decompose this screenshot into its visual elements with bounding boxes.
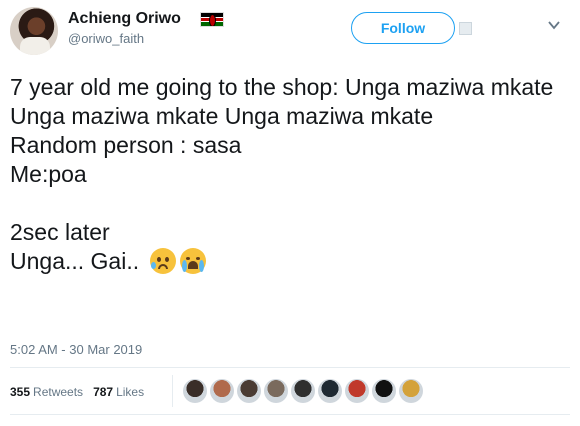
kenya-flag-icon	[200, 12, 224, 27]
liker-avatar[interactable]	[264, 379, 288, 403]
anxious-face-with-sweat-icon	[149, 248, 176, 274]
likers-avatars	[183, 379, 423, 403]
liker-avatar[interactable]	[291, 379, 315, 403]
tweet-timestamp[interactable]: 5:02 AM - 30 Mar 2019	[10, 342, 142, 357]
avatar-shirt	[20, 37, 50, 55]
tweet-stats: 355 Retweets 787 Likes	[10, 385, 144, 399]
divider-bottom	[10, 414, 570, 415]
avatar[interactable]	[10, 7, 58, 55]
likes-label: Likes	[116, 385, 145, 399]
likes-count: 787	[93, 385, 114, 399]
stats-separator	[172, 375, 173, 407]
loudly-crying-face-icon	[179, 248, 206, 274]
divider-top	[10, 367, 570, 368]
retweets-stat[interactable]: 355 Retweets	[10, 385, 83, 399]
liker-avatar[interactable]	[399, 379, 423, 403]
chevron-down-icon[interactable]	[547, 18, 561, 32]
follow-button[interactable]: Follow	[351, 12, 455, 44]
liker-avatar[interactable]	[237, 379, 261, 403]
liker-avatar[interactable]	[318, 379, 342, 403]
liker-avatar[interactable]	[210, 379, 234, 403]
tweet-body: 7 year old me going to the shop: Unga ma…	[10, 74, 554, 274]
tweet-text: 7 year old me going to the shop: Unga ma…	[10, 73, 570, 276]
likes-stat[interactable]: 787 Likes	[93, 385, 144, 399]
user-name[interactable]: Achieng Oriwo	[68, 10, 181, 28]
liker-avatar[interactable]	[345, 379, 369, 403]
retweets-count: 355	[10, 385, 31, 399]
user-handle[interactable]: @oriwo_faith	[68, 31, 144, 46]
retweets-label: Retweets	[33, 385, 84, 399]
liker-avatar[interactable]	[372, 379, 396, 403]
follow-extra-icon[interactable]	[459, 22, 472, 35]
liker-avatar[interactable]	[183, 379, 207, 403]
